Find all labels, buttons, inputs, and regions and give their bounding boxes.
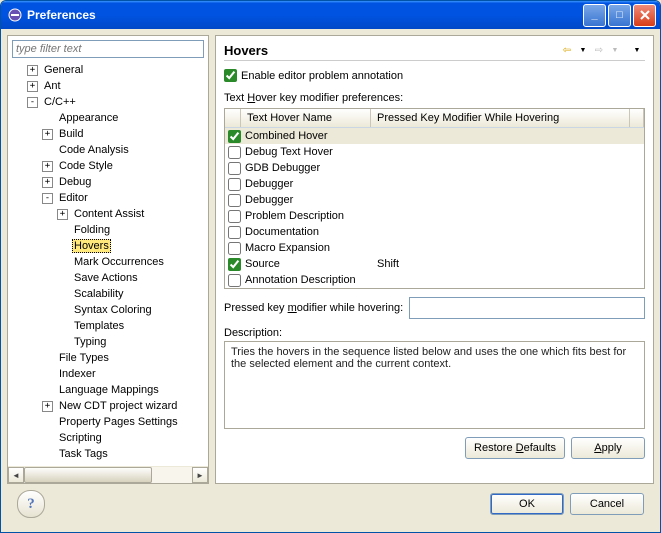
tree-item-build[interactable]: +Build (10, 126, 206, 142)
table-row[interactable]: SourceShift (225, 256, 644, 272)
row-checkbox[interactable] (228, 178, 241, 191)
scroll-left-icon[interactable]: ◄ (8, 467, 24, 483)
row-checkbox[interactable] (228, 258, 241, 271)
tree-item-prop-pages[interactable]: Property Pages Settings (10, 414, 206, 430)
forward-menu-icon: ▼ (607, 42, 623, 58)
table-row[interactable]: Debug Text Hover (225, 144, 644, 160)
expand-icon[interactable]: + (57, 209, 68, 220)
tree-item-indexer[interactable]: Indexer (10, 366, 206, 382)
close-button[interactable] (633, 4, 656, 27)
tree-item-syntax-coloring[interactable]: Syntax Coloring (10, 302, 206, 318)
expand-icon[interactable]: + (27, 65, 38, 76)
tree-item-mark-occurrences[interactable]: Mark Occurrences (10, 254, 206, 270)
enable-annotation-checkbox[interactable] (224, 69, 237, 82)
tree-item-templates[interactable]: Templates (10, 318, 206, 334)
tree-item-file-types[interactable]: File Types (10, 350, 206, 366)
footer: ? OK Cancel (7, 488, 654, 526)
table-row[interactable]: Combined Hover (225, 128, 644, 144)
preferences-tree[interactable]: +General +Ant -C/C++ Appearance +Build C… (8, 62, 208, 466)
app-icon (7, 7, 23, 23)
row-checkbox[interactable] (228, 210, 241, 223)
table-row[interactable]: Problem Description (225, 208, 644, 224)
table-row[interactable]: Annotation Description (225, 272, 644, 288)
tree-item-scalability[interactable]: Scalability (10, 286, 206, 302)
tree-item-general[interactable]: +General (10, 62, 206, 78)
tree-item-cpp[interactable]: -C/C++ (10, 94, 206, 110)
restore-defaults-button[interactable]: Restore Defaults (465, 437, 565, 459)
row-checkbox[interactable] (228, 242, 241, 255)
row-checkbox[interactable] (228, 274, 241, 287)
tree-item-content-assist[interactable]: +Content Assist (10, 206, 206, 222)
back-icon[interactable]: ⇦ (559, 42, 575, 58)
description-text: Tries the hovers in the sequence listed … (231, 346, 626, 370)
collapse-icon[interactable]: - (42, 193, 53, 204)
detail-panel: Hovers ⇦ ▼ ⇨ ▼ ▼ Enable editor problem a… (215, 35, 654, 484)
ok-button[interactable]: OK (490, 493, 564, 515)
collapse-icon[interactable]: - (27, 97, 38, 108)
view-menu-icon[interactable]: ▼ (629, 42, 645, 58)
row-checkbox[interactable] (228, 226, 241, 239)
pressed-key-label: Pressed key modifier while hovering: (224, 302, 403, 314)
tree-item-appearance[interactable]: Appearance (10, 110, 206, 126)
description-label: Description: (224, 327, 645, 339)
maximize-button[interactable]: □ (608, 4, 631, 27)
expand-icon[interactable]: + (27, 81, 38, 92)
filter-input[interactable] (12, 40, 204, 58)
col-key-modifier[interactable]: Pressed Key Modifier While Hovering (371, 109, 630, 127)
row-checkbox[interactable] (228, 194, 241, 207)
tree-item-editor[interactable]: -Editor (10, 190, 206, 206)
hover-table: Text Hover Name Pressed Key Modifier Whi… (224, 108, 645, 289)
back-menu-icon[interactable]: ▼ (575, 42, 591, 58)
forward-icon: ⇨ (591, 42, 607, 58)
expand-icon[interactable]: + (42, 161, 53, 172)
tree-item-folding[interactable]: Folding (10, 222, 206, 238)
tree-item-ant[interactable]: +Ant (10, 78, 206, 94)
tree-scrollbar[interactable]: ◄ ► (8, 466, 208, 483)
window-title: Preferences (27, 8, 583, 22)
pressed-key-input[interactable] (409, 297, 645, 319)
table-row[interactable]: GDB Debugger (225, 160, 644, 176)
table-header: Text Hover Name Pressed Key Modifier Whi… (225, 109, 644, 128)
table-row[interactable]: Debugger (225, 192, 644, 208)
row-checkbox[interactable] (228, 146, 241, 159)
enable-annotation-label: Enable editor problem annotation (241, 70, 403, 82)
apply-button[interactable]: Apply (571, 437, 645, 459)
tree-item-debug[interactable]: +Debug (10, 174, 206, 190)
tree-panel: +General +Ant -C/C++ Appearance +Build C… (7, 35, 209, 484)
preferences-window: Preferences _ □ +General +Ant -C/C++ App… (0, 0, 661, 533)
help-button[interactable]: ? (17, 490, 45, 518)
tree-item-code-analysis[interactable]: Code Analysis (10, 142, 206, 158)
tree-item-hovers[interactable]: Hovers (10, 238, 206, 254)
scroll-thumb[interactable] (24, 467, 152, 483)
page-title: Hovers (224, 43, 559, 58)
col-hover-name[interactable]: Text Hover Name (241, 109, 371, 127)
titlebar[interactable]: Preferences _ □ (1, 1, 660, 29)
tree-item-task-tags[interactable]: Task Tags (10, 446, 206, 462)
expand-icon[interactable]: + (42, 129, 53, 140)
scroll-right-icon[interactable]: ► (192, 467, 208, 483)
tree-item-new-cdt[interactable]: +New CDT project wizard (10, 398, 206, 414)
section-label: Text Hover key modifier preferences: (224, 92, 645, 104)
description-box: Tries the hovers in the sequence listed … (224, 341, 645, 429)
table-row[interactable]: Debugger (225, 176, 644, 192)
table-row[interactable]: Macro Expansion (225, 240, 644, 256)
row-checkbox[interactable] (228, 130, 241, 143)
table-row[interactable]: Documentation (225, 224, 644, 240)
expand-icon[interactable]: + (42, 177, 53, 188)
cancel-button[interactable]: Cancel (570, 493, 644, 515)
expand-icon[interactable]: + (42, 401, 53, 412)
tree-item-save-actions[interactable]: Save Actions (10, 270, 206, 286)
tree-item-scripting[interactable]: Scripting (10, 430, 206, 446)
tree-item-language-mappings[interactable]: Language Mappings (10, 382, 206, 398)
tree-item-typing[interactable]: Typing (10, 334, 206, 350)
row-checkbox[interactable] (228, 162, 241, 175)
minimize-button[interactable]: _ (583, 4, 606, 27)
tree-item-code-style[interactable]: +Code Style (10, 158, 206, 174)
